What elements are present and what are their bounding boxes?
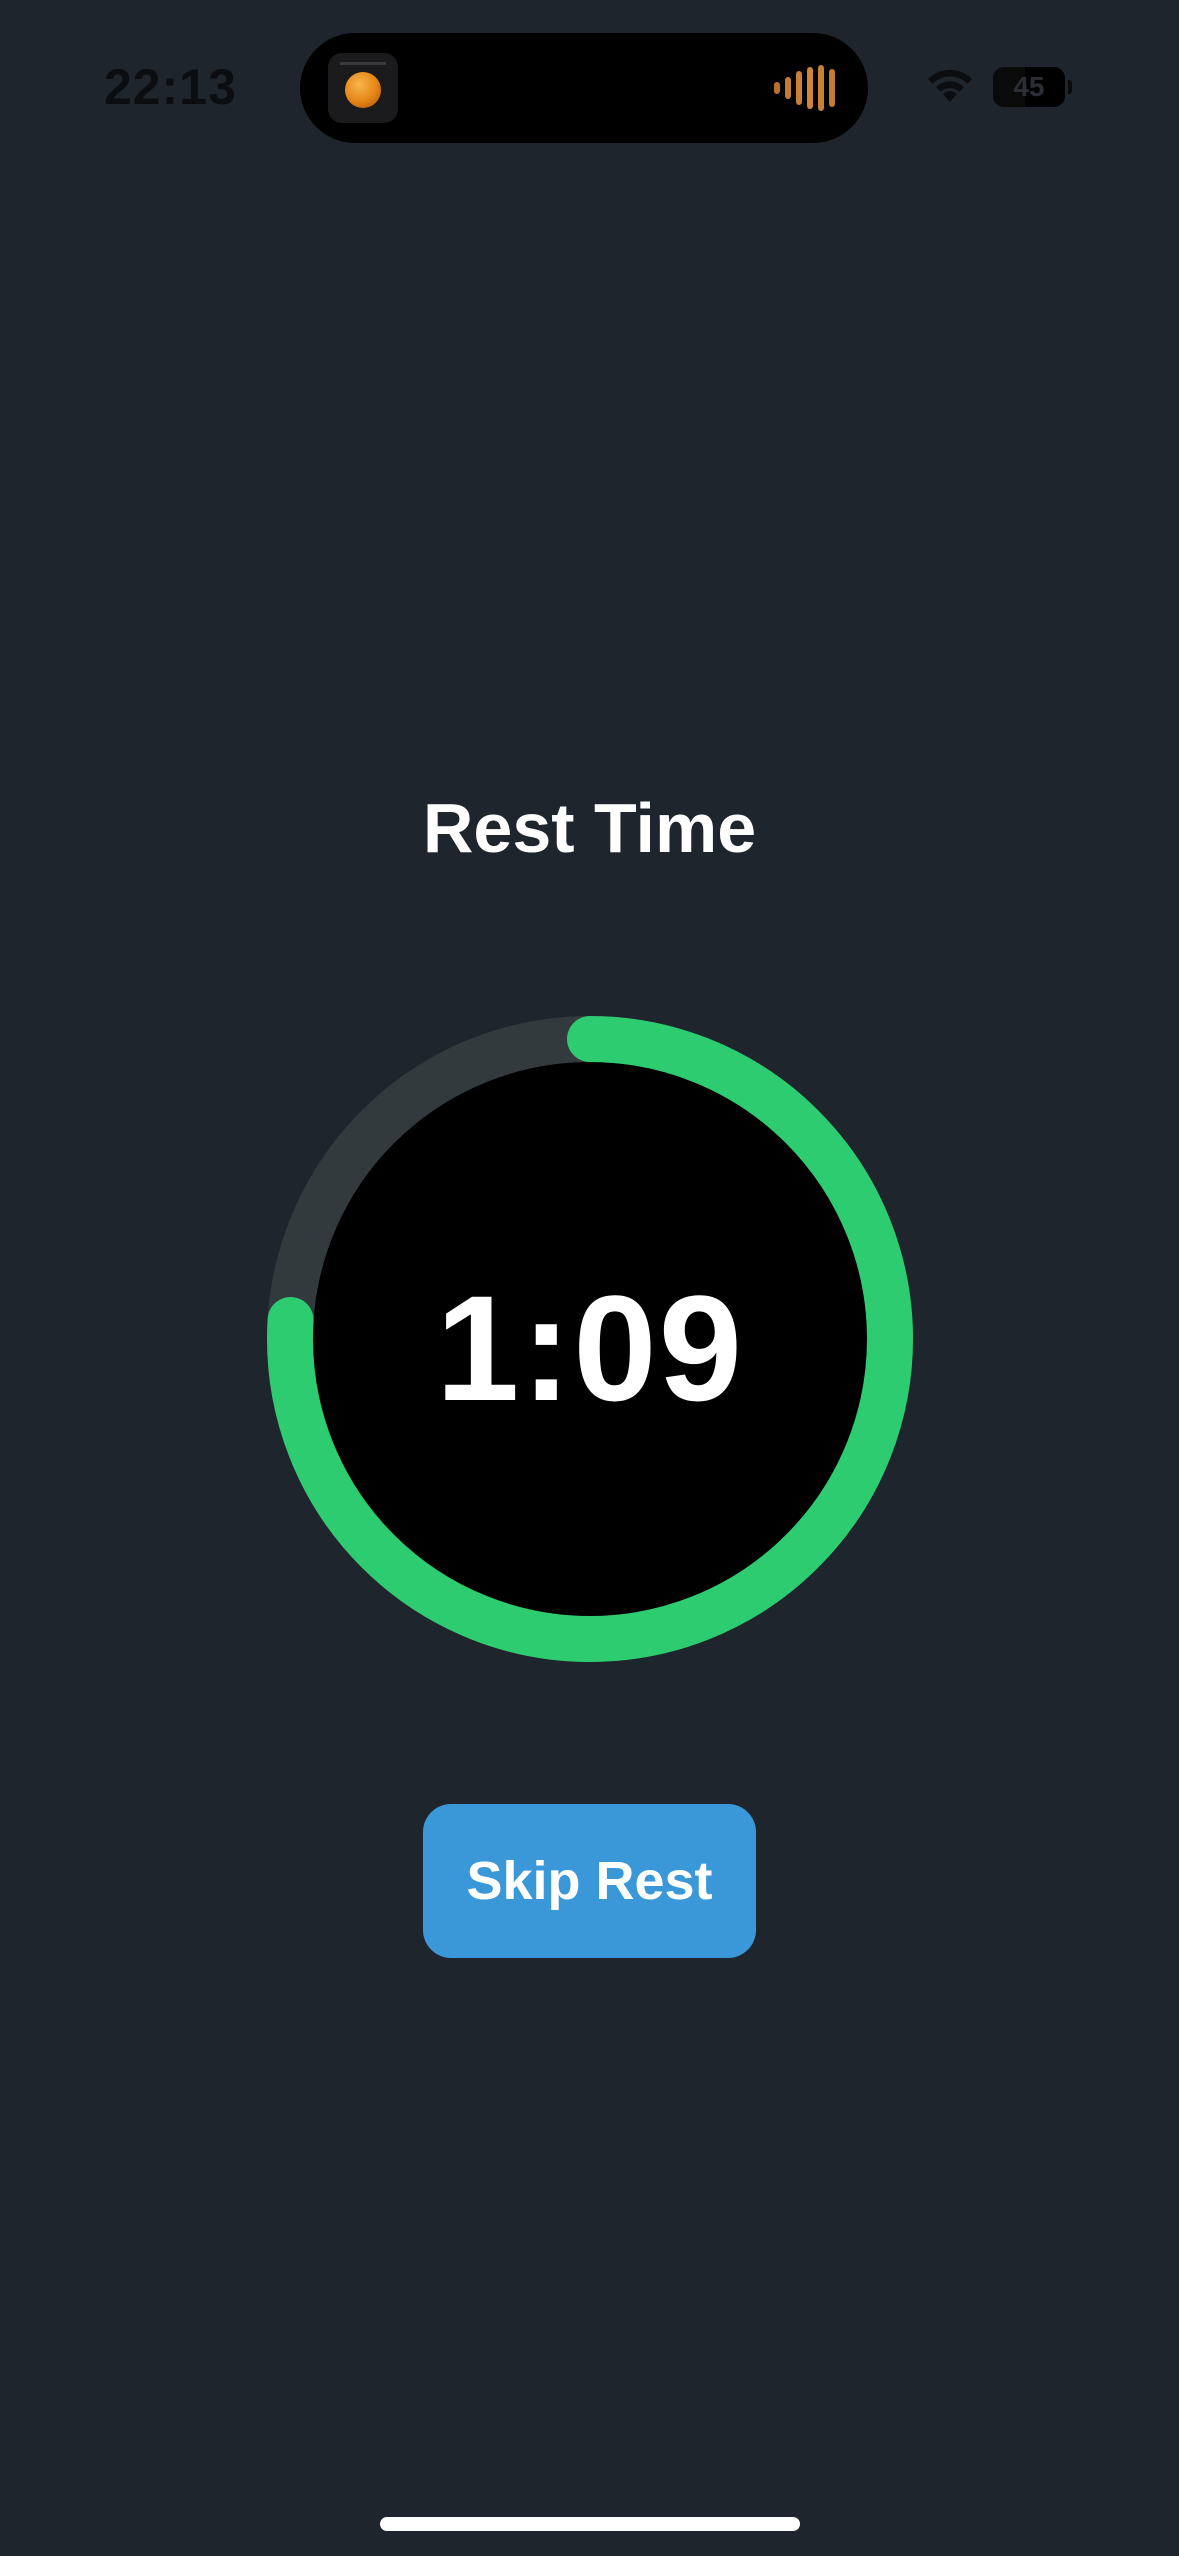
battery-icon: 45 bbox=[993, 67, 1065, 107]
audio-wave-icon bbox=[774, 65, 835, 111]
battery-tip bbox=[1068, 80, 1072, 94]
wifi-icon bbox=[928, 69, 972, 102]
home-indicator[interactable] bbox=[380, 2517, 800, 2531]
page-title: Rest Time bbox=[422, 789, 757, 867]
album-art-icon bbox=[328, 53, 398, 123]
skip-rest-button[interactable]: Skip Rest bbox=[423, 1804, 756, 1958]
dynamic-island[interactable] bbox=[300, 33, 868, 143]
time-remaining: 1:09 bbox=[435, 1264, 745, 1432]
rest-timer-screen: 22:13 45 Rest Time 1:09 Skip Rest bbox=[0, 0, 1179, 2556]
status-time: 22:13 bbox=[104, 59, 237, 115]
countdown-ring: 1:09 bbox=[265, 1014, 915, 1664]
battery-level: 45 bbox=[1013, 71, 1045, 102]
